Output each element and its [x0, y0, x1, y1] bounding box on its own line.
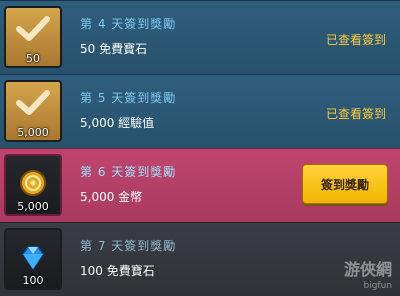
claimed-status: 已查看簽到: [325, 33, 386, 47]
reward-icon-slot: 5,000: [4, 154, 62, 216]
reward-quantity: 100: [22, 274, 44, 287]
reward-text: 5,000 金幣: [80, 190, 143, 204]
day-title: 第 7 天簽到獎勵: [80, 239, 177, 253]
reward-quantity: 50: [26, 52, 40, 65]
reward-text: 100 免費寶石: [80, 264, 155, 278]
reward-quantity: 5,000: [17, 200, 49, 213]
day-title: 第 6 天簽到獎勵: [80, 165, 177, 179]
day-title: 第 4 天簽到獎勵: [80, 17, 177, 31]
reward-row-day-7: 100 第 7 天簽到獎勵 100 免費寶石: [0, 222, 400, 296]
reward-row-day-4: 50 第 4 天簽到獎勵 50 免費寶石 已查看簽到: [0, 0, 400, 74]
claimed-status: 已查看簽到: [325, 107, 386, 121]
check-icon: [16, 90, 50, 115]
reward-icon-slot: 5,000: [4, 80, 62, 142]
claim-reward-button[interactable]: 簽到獎勵: [302, 164, 388, 204]
day-title: 第 5 天簽到獎勵: [80, 91, 177, 105]
gold-coin-icon: [20, 170, 46, 196]
diamond-gem-icon: [22, 246, 44, 271]
check-icon: [16, 16, 50, 41]
reward-quantity: 5,000: [17, 126, 49, 139]
reward-row-day-5: 5,000 第 5 天簽到獎勵 5,000 經驗值 已查看簽到: [0, 74, 400, 148]
reward-row-day-6: 5,000 第 6 天簽到獎勵 5,000 金幣 簽到獎勵: [0, 148, 400, 222]
reward-icon-slot: 100: [4, 228, 62, 290]
watermark-sub: bigfun: [363, 281, 392, 291]
reward-icon-slot: 50: [4, 6, 62, 68]
reward-text: 5,000 經驗值: [80, 116, 155, 130]
watermark-text: 游俠網: [343, 260, 392, 279]
checkin-reward-list: 50 第 4 天簽到獎勵 50 免費寶石 已查看簽到 5,000 第 5 天簽到…: [0, 0, 400, 296]
site-watermark: 游俠網 bigfun: [344, 262, 392, 294]
reward-text: 50 免費寶石: [80, 42, 148, 56]
